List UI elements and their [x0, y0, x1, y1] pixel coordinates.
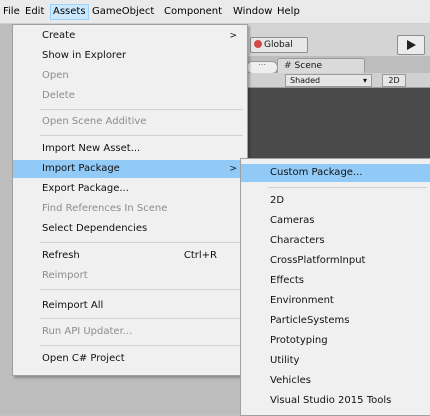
menu-item-label: Reimport: [42, 270, 88, 281]
tab-scene[interactable]: # Scene: [277, 58, 365, 73]
menu-item-label: Environment: [270, 295, 334, 306]
menu-item-label: Import Package: [42, 163, 120, 174]
menu-item-open-scene-additive: Open Scene Additive: [13, 113, 247, 131]
mode-2d-button[interactable]: 2D: [382, 74, 406, 87]
global-label: Global: [264, 40, 293, 50]
menu-item-reimport-all[interactable]: Reimport All: [13, 297, 247, 315]
submenu-item-custom-package[interactable]: Custom Package...: [241, 164, 430, 182]
menu-item-label: CrossPlatformInput: [270, 255, 366, 266]
menu-item-label: Show in Explorer: [42, 50, 127, 61]
menu-bar: File Edit Assets GameObject Component Wi…: [0, 0, 430, 24]
menu-item-label: Open: [42, 70, 69, 81]
menu-item-label: 2D: [270, 195, 285, 206]
menu-item-label: Select Dependencies: [42, 223, 148, 234]
submenu-item-2d[interactable]: 2D: [241, 192, 430, 210]
submenu-item-effects[interactable]: Effects: [241, 272, 430, 290]
submenu-item-cameras[interactable]: Cameras: [241, 212, 430, 230]
play-icon: [407, 40, 416, 50]
shortcut-label: Ctrl+R: [183, 250, 217, 261]
menu-gameobject[interactable]: GameObject: [92, 5, 154, 19]
menu-separator: [40, 135, 243, 136]
assets-menu: Create > Show in Explorer Open Delete Op…: [12, 24, 248, 376]
menu-item-label: Find References In Scene: [42, 203, 168, 214]
scene-icon: #: [284, 61, 292, 71]
menu-assets[interactable]: Assets: [50, 4, 89, 20]
menu-item-show-in-explorer[interactable]: Show in Explorer: [13, 47, 247, 65]
chevron-down-icon: ▾: [362, 76, 367, 85]
menu-item-select-dependencies[interactable]: Select Dependencies: [13, 220, 247, 238]
menu-file[interactable]: File: [3, 5, 20, 19]
menu-component[interactable]: Component: [164, 5, 222, 19]
submenu-item-particlesystems[interactable]: ParticleSystems: [241, 312, 430, 330]
menu-item-label: Refresh: [42, 250, 80, 261]
menu-help[interactable]: Help: [277, 5, 300, 19]
play-button[interactable]: [397, 35, 425, 55]
menu-separator: [40, 345, 243, 346]
menu-separator: [40, 109, 243, 110]
menu-separator: [268, 187, 427, 188]
menu-item-delete: Delete: [13, 87, 247, 105]
submenu-arrow-icon: >: [229, 31, 237, 41]
menu-item-run-api-updater: Run API Updater...: [13, 323, 247, 341]
submenu-item-environment[interactable]: Environment: [241, 292, 430, 310]
globe-icon: [254, 40, 262, 48]
menu-item-open: Open: [13, 67, 247, 85]
shading-mode-label: Shaded: [290, 76, 321, 85]
submenu-item-crossplatforminput[interactable]: CrossPlatformInput: [241, 252, 430, 270]
import-package-submenu: Custom Package... 2D Cameras Characters …: [240, 158, 430, 416]
menu-item-find-references: Find References In Scene: [13, 200, 247, 218]
pivot-global-toggle[interactable]: Global: [250, 37, 308, 53]
menu-separator: [40, 242, 243, 243]
menu-item-label: ParticleSystems: [270, 315, 350, 326]
menu-item-label: Visual Studio 2015 Tools: [270, 395, 392, 406]
panel-options-icon[interactable]: ⋯: [258, 60, 266, 69]
menu-item-label: Vehicles: [270, 375, 311, 386]
menu-item-label: Open Scene Additive: [42, 116, 147, 127]
menu-item-label: Utility: [270, 355, 300, 366]
submenu-item-visual-studio-tools[interactable]: Visual Studio 2015 Tools: [241, 392, 430, 410]
submenu-item-prototyping[interactable]: Prototyping: [241, 332, 430, 350]
menu-window[interactable]: Window: [233, 5, 272, 19]
menu-separator: [40, 318, 243, 319]
scene-tab-label: Scene: [294, 61, 322, 71]
menu-item-create[interactable]: Create >: [13, 27, 247, 45]
menu-item-export-package[interactable]: Export Package...: [13, 180, 247, 198]
submenu-item-characters[interactable]: Characters: [241, 232, 430, 250]
menu-item-label: Export Package...: [42, 183, 129, 194]
submenu-arrow-icon: >: [229, 164, 237, 174]
menu-item-label: Delete: [42, 90, 75, 101]
menu-item-import-new-asset[interactable]: Import New Asset...: [13, 140, 247, 158]
menu-item-open-csharp-project[interactable]: Open C# Project: [13, 350, 247, 368]
menu-item-label: Import New Asset...: [42, 143, 141, 154]
menu-item-label: Create: [42, 30, 76, 41]
menu-item-import-package[interactable]: Import Package >: [13, 160, 247, 178]
submenu-item-vehicles[interactable]: Vehicles: [241, 372, 430, 390]
menu-item-label: Custom Package...: [270, 167, 363, 178]
menu-item-label: Effects: [270, 275, 304, 286]
shading-mode-dropdown[interactable]: Shaded ▾: [285, 74, 372, 87]
menu-item-label: Cameras: [270, 215, 315, 226]
submenu-item-utility[interactable]: Utility: [241, 352, 430, 370]
menu-item-label: Open C# Project: [42, 353, 125, 364]
menu-item-label: Characters: [270, 235, 325, 246]
menu-item-label: Reimport All: [42, 300, 104, 311]
menu-item-label: Run API Updater...: [42, 326, 133, 337]
menu-item-reimport: Reimport: [13, 267, 247, 285]
menu-item-refresh[interactable]: Refresh Ctrl+R: [13, 247, 247, 265]
menu-edit[interactable]: Edit: [25, 5, 44, 19]
menu-separator: [40, 289, 243, 290]
menu-item-label: Prototyping: [270, 335, 328, 346]
